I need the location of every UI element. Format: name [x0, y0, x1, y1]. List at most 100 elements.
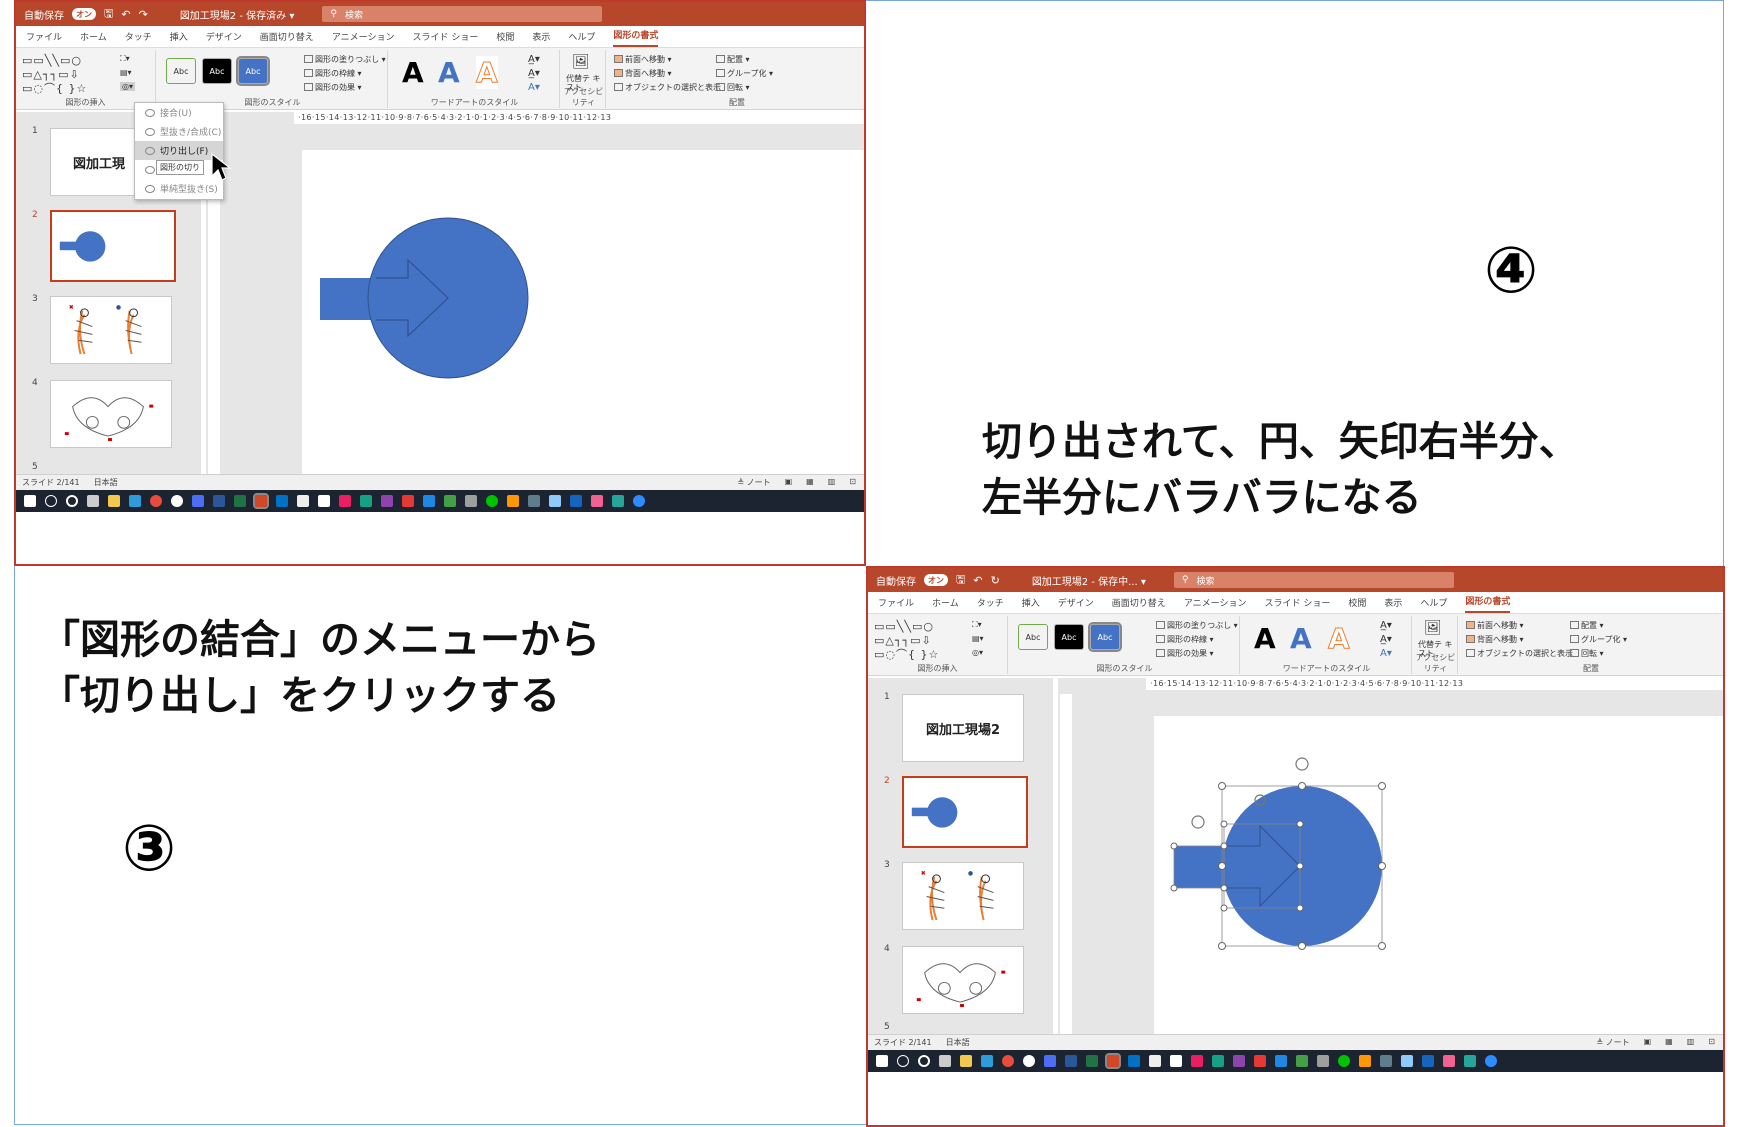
- word-icon[interactable]: [213, 495, 225, 507]
- tab-slideshow[interactable]: スライド ショー: [412, 30, 478, 47]
- wordart-orange[interactable]: A: [1328, 622, 1351, 656]
- language-indicator[interactable]: 日本語: [94, 477, 118, 488]
- app-icon[interactable]: [297, 495, 309, 507]
- google-icon[interactable]: [171, 495, 183, 507]
- tab-animations[interactable]: アニメーション: [332, 30, 395, 47]
- people-icon[interactable]: [192, 495, 204, 507]
- shapes-gallery[interactable]: ▭▭╲╲▭○ ▭△┐┐▭⇩ ▭◌⌒{ }☆: [22, 54, 87, 96]
- excel-icon[interactable]: [1086, 1055, 1098, 1067]
- app-icon[interactable]: [1212, 1055, 1224, 1067]
- tab-view[interactable]: 表示: [532, 30, 550, 47]
- alt-text-icon[interactable]: 🖼: [572, 54, 590, 70]
- cortana-icon[interactable]: [66, 495, 78, 507]
- slide-canvas[interactable]: [1154, 716, 1725, 1034]
- app-icon[interactable]: [1296, 1055, 1308, 1067]
- photos-icon[interactable]: [423, 495, 435, 507]
- tab-animations[interactable]: アニメーション: [1184, 596, 1247, 613]
- tab-shape-format[interactable]: 図形の書式: [613, 28, 659, 47]
- word-icon[interactable]: [1065, 1055, 1077, 1067]
- tab-design[interactable]: デザイン: [1058, 596, 1094, 613]
- outlook-icon[interactable]: [276, 495, 288, 507]
- tab-transitions[interactable]: 画面切り替え: [260, 30, 314, 47]
- line-icon[interactable]: [486, 495, 498, 507]
- tab-review[interactable]: 校閲: [496, 30, 514, 47]
- slide-sorter-icon[interactable]: ▦: [806, 477, 814, 488]
- slide-thumbnail-2[interactable]: [902, 776, 1028, 848]
- shape-effects-button[interactable]: 図形の効果 ▾: [1156, 648, 1214, 659]
- wordart-black[interactable]: A: [402, 56, 424, 89]
- app-icon[interactable]: [1233, 1055, 1245, 1067]
- bring-forward-button[interactable]: 前面へ移動 ▾: [614, 54, 672, 65]
- app-icon[interactable]: [591, 495, 603, 507]
- photos-icon[interactable]: [1275, 1055, 1287, 1067]
- task-view-icon[interactable]: [87, 495, 99, 507]
- language-indicator[interactable]: 日本語: [946, 1037, 970, 1048]
- onedrive-icon[interactable]: [570, 495, 582, 507]
- tab-review[interactable]: 校閲: [1348, 596, 1366, 613]
- edit-shape-icon[interactable]: ⛶▾: [120, 54, 130, 64]
- people-icon[interactable]: [1044, 1055, 1056, 1067]
- chrome-icon[interactable]: [150, 495, 162, 507]
- search-box[interactable]: ⚲ 検索: [1173, 572, 1454, 588]
- amazon-icon[interactable]: [318, 495, 330, 507]
- edge-icon[interactable]: [129, 495, 141, 507]
- save-icon[interactable]: 🖫: [956, 571, 965, 590]
- send-backward-button[interactable]: 背面へ移動 ▾: [614, 68, 672, 79]
- app-icon[interactable]: [381, 495, 393, 507]
- slide-thumbnail-3[interactable]: ✖ ●: [902, 862, 1024, 930]
- text-effects-icon[interactable]: A▾: [528, 82, 540, 93]
- notes-button[interactable]: ≜ ノート: [737, 477, 770, 488]
- google-icon[interactable]: [1023, 1055, 1035, 1067]
- outlook-icon[interactable]: [1128, 1055, 1140, 1067]
- app-icon[interactable]: [1401, 1055, 1413, 1067]
- app-icon[interactable]: [360, 495, 372, 507]
- text-fill-icon[interactable]: A̲▾: [1380, 620, 1392, 631]
- excel-icon[interactable]: [234, 495, 246, 507]
- tab-file[interactable]: ファイル: [26, 30, 62, 47]
- play-icon[interactable]: [1464, 1055, 1476, 1067]
- tab-shape-format[interactable]: 図形の書式: [1465, 594, 1511, 613]
- youtube-icon[interactable]: [1254, 1055, 1266, 1067]
- tab-design[interactable]: デザイン: [206, 30, 242, 47]
- text-fill-icon[interactable]: A̲▾: [528, 54, 540, 65]
- tab-help[interactable]: ヘルプ: [568, 30, 595, 47]
- textbox-icon[interactable]: ▤▾: [972, 634, 984, 643]
- autosave-toggle[interactable]: オン: [72, 8, 96, 20]
- notes-button[interactable]: ≜ ノート: [1596, 1037, 1629, 1048]
- tab-transitions[interactable]: 画面切り替え: [1112, 596, 1166, 613]
- app-icon[interactable]: [507, 495, 519, 507]
- document-title[interactable]: 図加工現場2 - 保存済み ▾: [180, 7, 295, 22]
- app-icon[interactable]: [1191, 1055, 1203, 1067]
- slide-thumbnail-3[interactable]: ✖ ●: [50, 296, 172, 364]
- normal-view-icon[interactable]: ▣: [1644, 1037, 1652, 1048]
- rotate-button[interactable]: 回転 ▾: [716, 82, 750, 93]
- undo-icon[interactable]: ↶: [973, 574, 982, 587]
- menu-item-union[interactable]: 接合(U): [135, 103, 223, 122]
- align-button[interactable]: 配置 ▾: [716, 54, 750, 65]
- wordart-orange[interactable]: A: [476, 56, 499, 90]
- app-icon[interactable]: [465, 495, 477, 507]
- amazon-icon[interactable]: [1170, 1055, 1182, 1067]
- menu-item-combine[interactable]: 型抜き/合成(C): [135, 122, 223, 141]
- wordart-blue[interactable]: A: [1290, 622, 1312, 655]
- tab-home[interactable]: ホーム: [80, 30, 107, 47]
- search-icon[interactable]: [897, 1055, 909, 1067]
- app-icon[interactable]: [1443, 1055, 1455, 1067]
- app-icon[interactable]: [1380, 1055, 1392, 1067]
- style-preset-blue[interactable]: Abc: [236, 56, 270, 86]
- tab-touch[interactable]: タッチ: [125, 30, 152, 47]
- windows-start-icon[interactable]: [876, 1055, 888, 1067]
- search-box[interactable]: ⚲ 検索: [322, 6, 603, 22]
- tab-slideshow[interactable]: スライド ショー: [1264, 596, 1330, 613]
- slideshow-icon[interactable]: ⊡: [849, 477, 856, 488]
- normal-view-icon[interactable]: ▣: [785, 477, 793, 488]
- alt-text-icon[interactable]: 🖼: [1424, 620, 1442, 636]
- text-outline-icon[interactable]: A̲▾: [1380, 634, 1392, 645]
- app-icon[interactable]: [1359, 1055, 1371, 1067]
- explorer-icon[interactable]: [960, 1055, 972, 1067]
- fragmented-shapes[interactable]: [1154, 716, 1725, 1034]
- edit-shape-icon[interactable]: ⛶▾: [972, 620, 982, 630]
- search-icon[interactable]: [45, 495, 57, 507]
- shape-effects-button[interactable]: 図形の効果 ▾: [304, 82, 362, 93]
- slide-thumbnail-2[interactable]: [50, 210, 176, 282]
